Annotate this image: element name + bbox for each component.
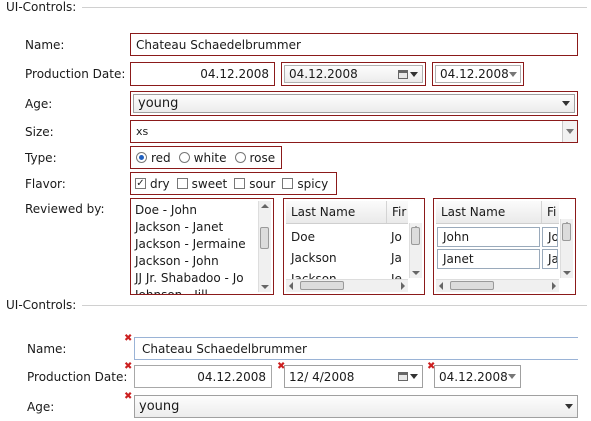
table-cell: Jo [391,230,402,244]
list-item[interactable]: Jackson - Janet [131,219,259,236]
age-label: Age: [27,400,55,414]
chevron-down-icon[interactable] [508,374,516,379]
column-header-last-name[interactable]: Last Name [286,201,387,223]
table-row[interactable]: Jackson Ja [286,247,408,269]
table-cell-editor[interactable]: Ja [542,249,558,269]
section-title: UI-Controls: [6,298,77,312]
list-item[interactable]: Johnson - Jill [131,287,259,294]
size-label: Size: [25,125,54,139]
name-input[interactable]: Chateau Schaedelbrummer [130,33,578,56]
section-title: UI-Controls: [6,0,77,14]
checkbox-icon [234,178,246,189]
vertical-scrollbar[interactable] [560,219,573,278]
radio-icon [234,152,246,163]
table-cell-editor[interactable]: Janet [437,249,540,269]
checkbox-label: sweet [191,176,228,191]
reviewers-list[interactable]: Doe - John Jackson - Janet Jackson - Jer… [130,198,274,295]
flavor-checkbox-spicy[interactable]: spicy [282,177,328,191]
required-marker-icon: ✖ [124,333,133,344]
production-date-picker[interactable]: 04.12.2008 [281,62,426,86]
date-spinner-value: 04.12.2008 [440,67,509,81]
chevron-down-icon[interactable] [508,71,517,77]
chevron-down-icon[interactable] [562,121,577,142]
age-select[interactable]: young [134,395,578,418]
vertical-scrollbar[interactable] [258,201,271,292]
name-input[interactable]: Chateau Schaedelbrummer [134,337,578,360]
horizontal-scrollbar[interactable] [436,279,559,292]
column-header-first-name[interactable]: Fir [387,201,408,223]
section-separator [82,305,587,306]
reviewers-edit-table[interactable]: Last Name Fi John Jo Janet Ja [433,198,576,295]
type-label: Type: [25,151,57,165]
checkbox-label: sour [249,176,276,191]
flavor-checkbox-sweet[interactable]: sweet [176,176,228,191]
name-label: Name: [25,38,65,52]
age-select-value: young [138,96,179,111]
production-date-label: Production Date: [27,370,128,384]
list-item[interactable]: Doe - John [131,202,259,219]
chevron-down-icon[interactable] [562,101,570,106]
production-date-spinner[interactable]: 04.12.2008 [432,62,524,86]
radio-selected-icon [136,152,147,163]
required-marker-icon: ✖ [124,391,133,402]
chevron-down-icon[interactable] [565,404,573,409]
type-radio-red[interactable]: red [136,151,171,165]
table-header: Last Name Fi [436,201,559,224]
radio-icon [178,152,190,163]
table-row[interactable]: John Jo [436,226,559,248]
type-radio-rose[interactable]: rose [234,150,276,165]
calendar-dropdown-icon[interactable] [398,69,418,79]
production-date-spinner[interactable]: 04.12.2008 [434,365,521,388]
size-select[interactable]: xs [130,120,578,143]
flavor-checkbox-group: ✓ dry sweet sour spicy [130,172,337,195]
table-header: Last Name Fir [286,201,408,224]
type-radio-white[interactable]: white [178,150,227,165]
age-label: Age: [25,97,53,111]
vertical-scrollbar[interactable] [409,223,422,278]
age-select-value: young [139,399,180,414]
production-date-text-input[interactable]: 04.12.2008 [130,62,275,86]
production-date-label: Production Date: [25,67,126,81]
required-marker-icon: ✖ [124,361,133,372]
reviewers-table[interactable]: Last Name Fir Doe Jo Jackson Ja Jackson … [283,198,425,295]
production-date-text-input[interactable]: 04.12.2008 [134,365,272,388]
table-cell: Ja [391,251,402,265]
flavor-label: Flavor: [25,177,66,191]
column-header-last-name[interactable]: Last Name [436,201,542,223]
table-row[interactable]: Janet Ja [436,248,559,270]
checkbox-checked-icon: ✓ [135,178,146,189]
list-item[interactable]: Jackson - Jermaine [131,236,259,253]
list-item[interactable]: JJ Jr. Shabadoo - Jo [131,270,259,287]
column-header-first-name[interactable]: Fi [542,201,559,223]
checkbox-label: dry [150,176,170,191]
calendar-dropdown-icon[interactable] [398,372,418,381]
table-cell: Doe [291,230,315,244]
table-cell-editor[interactable]: John [437,227,540,247]
date-picker-value: 12/ 4/2008 [289,369,355,384]
table-cell: Jackson [291,251,337,265]
age-select[interactable]: young [130,91,578,116]
name-label: Name: [27,342,67,356]
section-separator [82,7,587,8]
radio-label: rose [249,150,276,165]
date-picker-value: 04.12.2008 [289,67,358,81]
production-date-picker[interactable]: 12/ 4/2008 [284,365,423,388]
checkbox-label: spicy [297,176,329,191]
checkbox-icon [176,178,188,189]
table-cell-editor[interactable]: Jo [542,227,558,247]
size-select-value: xs [136,125,149,138]
flavor-checkbox-sour[interactable]: sour [234,177,275,191]
reviewed-by-label: Reviewed by: [25,202,105,216]
type-radio-group: red white rose [130,146,282,169]
list-item[interactable]: Jackson - John [131,253,259,270]
radio-label: white [193,150,227,165]
table-row[interactable]: Doe Jo [286,226,408,248]
checkbox-icon [282,178,294,189]
radio-label: red [151,150,171,165]
horizontal-scrollbar[interactable] [286,279,408,292]
date-spinner-value: 04.12.2008 [439,369,508,384]
flavor-checkbox-dry[interactable]: ✓ dry [135,177,170,191]
